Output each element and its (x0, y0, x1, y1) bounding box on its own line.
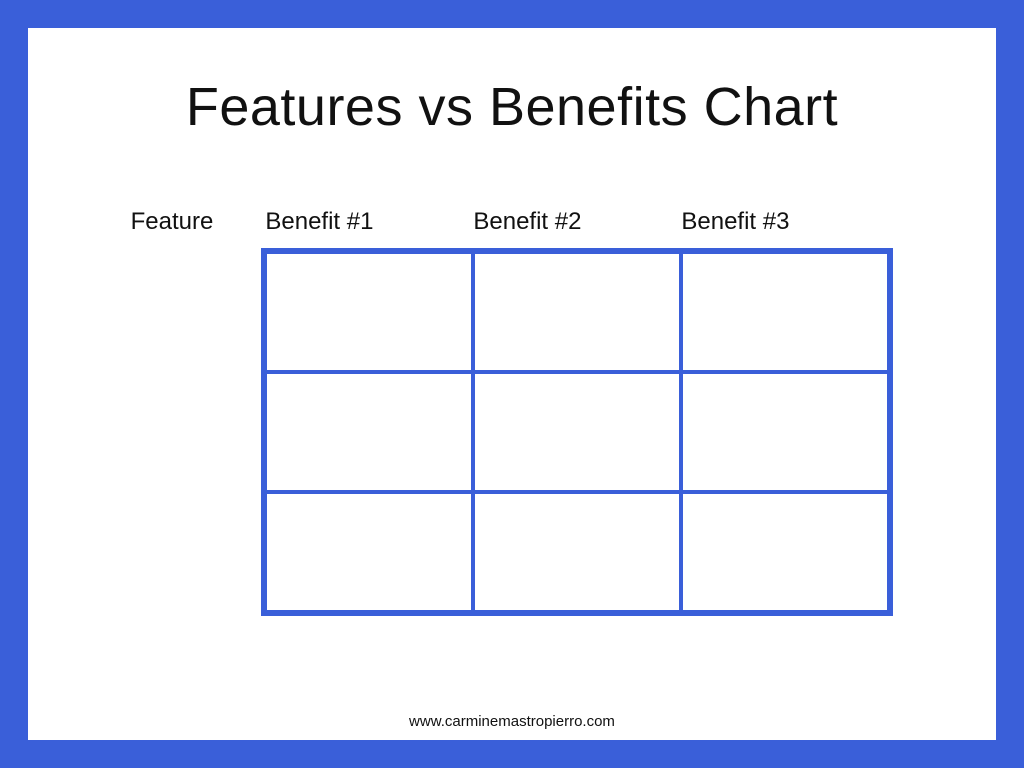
chart-area: Feature Benefit #1 Benefit #2 Benefit #3 (131, 208, 894, 616)
grid-cell (265, 492, 473, 612)
feature-column-label: Feature (131, 208, 214, 236)
column-header-1: Benefit #1 (261, 208, 469, 236)
chart-grid (261, 248, 893, 616)
column-header-3: Benefit #3 (677, 208, 885, 236)
column-header-2: Benefit #2 (469, 208, 677, 236)
footer-url: www.carminemastropierro.com (28, 713, 996, 730)
grid-cell (681, 372, 889, 492)
grid-cell (681, 252, 889, 372)
grid-cell (473, 252, 681, 372)
grid-wrap: Benefit #1 Benefit #2 Benefit #3 (261, 208, 893, 616)
outer-frame: Features vs Benefits Chart Feature Benef… (0, 0, 1024, 768)
column-headers: Benefit #1 Benefit #2 Benefit #3 (261, 208, 893, 236)
grid-cell (473, 492, 681, 612)
grid-cell (265, 372, 473, 492)
grid-cell (265, 252, 473, 372)
inner-frame: Features vs Benefits Chart Feature Benef… (28, 28, 996, 740)
page-title: Features vs Benefits Chart (186, 76, 838, 138)
grid-cell (681, 492, 889, 612)
grid-cell (473, 372, 681, 492)
